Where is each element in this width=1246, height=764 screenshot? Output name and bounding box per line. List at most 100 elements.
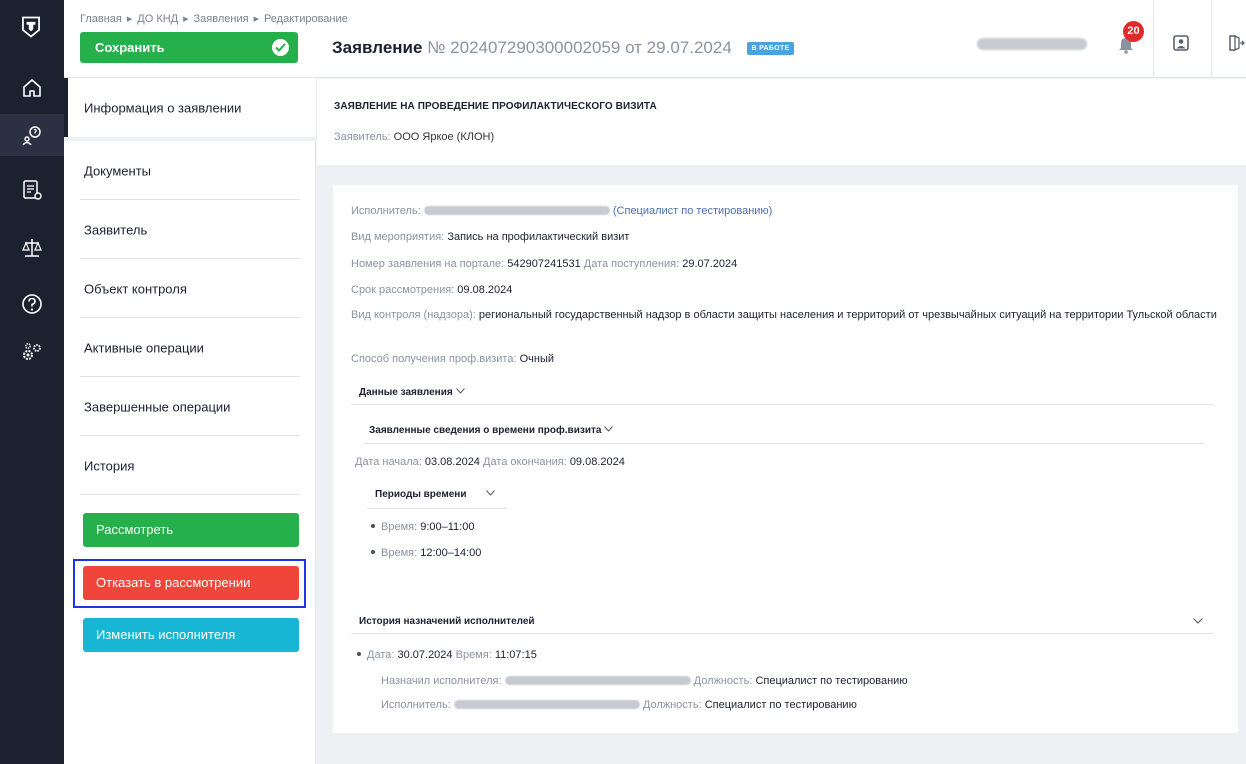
chevron-down-icon	[486, 490, 496, 496]
period-label: Время:	[381, 547, 418, 559]
home-icon[interactable]	[16, 72, 48, 104]
chevron-down-icon	[604, 426, 614, 432]
menu-item-label: Активные операции	[84, 340, 204, 355]
portal-number-row: Номер заявления на портале: 542907241531…	[351, 258, 737, 270]
assigned-by-row: Назначил исполнителя: Должность: Специал…	[381, 675, 908, 687]
executor-redacted	[453, 700, 640, 709]
save-button-label: Сохранить	[95, 40, 165, 55]
control-type-label: Вид контроля (надзора):	[351, 309, 476, 321]
chevron-down-icon[interactable]	[1193, 618, 1203, 624]
title-date: от 29.07.2024	[625, 38, 732, 57]
user-name-redacted[interactable]	[977, 38, 1087, 50]
profile-icon[interactable]	[1173, 35, 1189, 51]
time-section-title: Заявленные сведения о времени проф.визит…	[369, 425, 602, 436]
time-value: 11:07:15	[494, 649, 537, 661]
logo-shield-icon[interactable]	[20, 16, 44, 46]
menu-item-label: Заявитель	[84, 222, 148, 237]
menu-item-documents[interactable]: Документы	[64, 141, 316, 200]
event-type-value: Запись на профилактический визит	[447, 231, 630, 243]
position-value: Специалист по тестированию	[755, 675, 908, 687]
save-button[interactable]: Сохранить	[80, 32, 298, 63]
event-type-label: Вид мероприятия:	[351, 231, 445, 243]
applicant-label: Заявитель:	[334, 131, 391, 143]
applications-icon[interactable]	[0, 114, 64, 156]
period-value: 9:00–11:00	[420, 521, 475, 533]
scales-icon[interactable]	[16, 232, 48, 264]
period-value: 12:00–14:00	[420, 547, 482, 559]
menu-item-label: Документы	[84, 163, 152, 178]
time-section-toggle[interactable]: Заявленные сведения о времени проф.визит…	[369, 425, 614, 436]
executor-label: Исполнитель:	[351, 205, 421, 217]
period-label: Время:	[381, 521, 418, 533]
breadcrumb-edit: Редактирование	[263, 13, 348, 25]
assigned-by-redacted	[504, 676, 691, 685]
section-menu: Информация о заявлении Документы Заявите…	[64, 78, 316, 764]
registry-icon[interactable]	[16, 174, 48, 206]
header: Главная ▶ ДО КНД ▶ Заявления ▶ Редактирование …	[64, 0, 1246, 78]
help-icon[interactable]	[16, 288, 48, 320]
application-data-toggle[interactable]: Данные заявления	[359, 387, 465, 398]
method-row: Способ получения проф.визита: Очный	[351, 353, 554, 365]
deadline-label: Срок рассмотрения:	[351, 284, 455, 296]
notifications-badge[interactable]: 20	[1123, 21, 1144, 42]
application-heading: ЗАЯВЛЕНИЕ НА ПРОВЕДЕНИЕ ПРОФИЛАКТИЧЕСКОГ…	[334, 101, 657, 112]
deadline-value: 09.08.2024	[457, 284, 513, 296]
reject-button[interactable]: Отказать в рассмотрении	[83, 566, 299, 600]
applicant-line: Заявитель: ООО Яркое (КЛОН)	[334, 131, 494, 143]
date-label: Дата:	[367, 649, 395, 661]
menu-item-active-operations[interactable]: Активные операции	[64, 318, 316, 377]
history-executor-row: Исполнитель: Должность: Специалист по те…	[381, 699, 857, 711]
deadline-row: Срок рассмотрения: 09.08.2024	[351, 284, 512, 296]
position-label: Должность:	[642, 699, 702, 711]
chevron-down-icon	[455, 388, 465, 394]
received-label: Дата поступления:	[583, 258, 680, 270]
start-label: Дата начала:	[355, 456, 422, 468]
method-label: Способ получения проф.визита:	[351, 353, 517, 365]
menu-item-applicant[interactable]: Заявитель	[64, 200, 316, 259]
application-header-card: ЗАЯВЛЕНИЕ НА ПРОВЕДЕНИЕ ПРОФИЛАКТИЧЕСКОГ…	[317, 79, 1246, 165]
period-item: Время: 9:00–11:00	[371, 521, 474, 533]
assigned-by-label: Назначил исполнителя:	[381, 675, 502, 687]
method-value: Очный	[519, 353, 554, 365]
executor-name-redacted	[423, 206, 610, 215]
header-divider	[1153, 0, 1154, 77]
event-type-row: Вид мероприятия: Запись на профилактичес…	[351, 231, 629, 243]
review-button[interactable]: Рассмотреть	[83, 513, 299, 547]
status-badge: В РАБОТЕ	[746, 42, 795, 55]
title-number: № 202407290300002059	[427, 38, 621, 57]
application-data-title: Данные заявления	[359, 387, 453, 398]
menu-item-label: Информация о заявлении	[84, 100, 242, 115]
breadcrumb: Главная ▶ ДО КНД ▶ Заявления ▶ Редактирование	[80, 13, 348, 25]
breadcrumb-home[interactable]: Главная	[80, 13, 122, 25]
periods-title: Периоды времени	[375, 489, 467, 500]
menu-item-history[interactable]: История	[64, 436, 316, 495]
position-label: Должность:	[693, 675, 753, 687]
periods-toggle[interactable]: Периоды времени	[375, 489, 496, 500]
history-entry: Дата: 30.07.2024 Время: 11:07:15	[357, 649, 537, 661]
logout-icon[interactable]	[1227, 34, 1245, 52]
icon-rail	[0, 0, 64, 764]
section-divider	[351, 404, 1214, 405]
control-type-value: региональный государственный надзор в об…	[478, 309, 1217, 321]
menu-item-control-object[interactable]: Объект контроля	[64, 259, 316, 318]
change-executor-button[interactable]: Изменить исполнителя	[83, 618, 299, 652]
time-label: Время:	[455, 649, 492, 661]
executor-row: Исполнитель: (Специалист по тестированию…	[351, 205, 772, 217]
menu-item-completed-operations[interactable]: Завершенные операции	[64, 377, 316, 436]
portal-number-value: 542907241531	[507, 258, 581, 270]
applicant-value[interactable]: ООО Яркое (КЛОН)	[394, 131, 494, 143]
section-divider	[351, 633, 1214, 634]
section-divider	[367, 508, 507, 509]
check-circle-icon	[272, 39, 289, 56]
period-item: Время: 12:00–14:00	[371, 547, 481, 559]
executor-role: (Специалист по тестированию)	[612, 205, 773, 217]
breadcrumb-do-knd[interactable]: ДО КНД	[137, 13, 178, 25]
title-prefix: Заявление	[332, 38, 423, 57]
page-title: Заявление № 202407290300002059 от 29.07.…	[332, 38, 795, 58]
menu-item-label: История	[84, 458, 135, 473]
breadcrumb-applications[interactable]: Заявления	[194, 13, 249, 25]
menu-item-application-info[interactable]: Информация о заявлении	[64, 78, 316, 137]
settings-icon[interactable]	[16, 336, 48, 368]
menu-item-label: Объект контроля	[84, 281, 187, 296]
end-label: Дата окончания:	[483, 456, 567, 468]
